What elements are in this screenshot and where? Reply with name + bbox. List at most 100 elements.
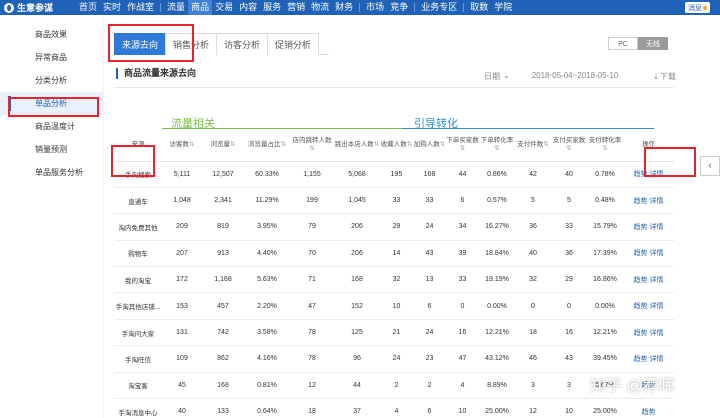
sort-icon[interactable]: ⇅ [543,141,548,148]
detail-link[interactable]: 详情 [649,198,663,205]
metric-cell: 131 [162,319,202,347]
column-header-label: 支付买家数 [552,136,586,144]
sidebar-item-product-effect[interactable]: 商品效果 [0,23,103,46]
chevron-down-icon: ⌄ [503,71,510,80]
nav-logistics[interactable]: 物流 [308,0,332,15]
sort-icon[interactable]: ⇅ [189,141,194,148]
logo-icon [4,2,14,13]
column-header[interactable]: 下单转化率⇅ [479,129,515,162]
sort-icon[interactable]: ⇅ [407,141,412,148]
metric-cell: 33 [551,213,587,241]
nav-marketing[interactable]: 营销 [284,0,308,15]
metric-cell: 4 [446,372,479,400]
action-cell: 趋势 详情 [623,161,674,188]
detail-link[interactable]: 详情 [649,224,663,231]
notification-dot-icon [703,5,707,10]
trend-link[interactable]: 趋势 [634,277,648,284]
column-header[interactable]: 跳出本店人数⇅ [334,129,380,162]
sidebar-item-sales-forecast[interactable]: 销量预测 [0,138,103,161]
nav-warroom[interactable]: 作战室 [124,0,157,15]
sidebar: 商品效果 异常商品 分类分析 单品分析 商品温度计 销量预测 单品服务分析 [0,15,103,418]
nav-traffic[interactable]: 流量 [164,0,188,15]
detail-link[interactable]: 详情 [649,330,663,337]
device-wireless-button[interactable]: 无线 [638,37,668,50]
sort-icon[interactable]: ⇅ [230,141,235,148]
metric-cell: 1,155 [290,161,334,188]
sort-icon[interactable]: ⇅ [440,141,445,148]
nav-content[interactable]: 内容 [236,0,260,15]
detail-link[interactable]: 详情 [649,171,663,178]
sort-icon[interactable]: ⇅ [460,145,465,152]
nav-divider [359,3,361,12]
column-header[interactable]: 收藏人数⇅ [380,129,413,162]
column-header[interactable]: 支付买家数⇅ [551,129,587,162]
table-row: 手淘问大家 131 742 3.58% 78 125 21 24 16 12.21% 18 16 12.… [114,319,674,347]
sort-icon[interactable]: ⇅ [281,141,286,148]
detail-link[interactable]: 详情 [649,277,663,284]
metric-cell: 47 [290,292,334,320]
column-header[interactable]: 访客数⇅ [162,129,202,162]
trend-link[interactable]: 趋势 [634,171,648,178]
metric-cell: 152 [334,292,380,320]
app-logo[interactable]: 生意参谋 [0,0,76,15]
column-header[interactable]: 店内跳转人数⇅ [290,129,334,162]
trend-link[interactable]: 趋势 [634,224,648,231]
metric-cell: 29 [380,213,413,241]
nav-realtime[interactable]: 实时 [100,0,124,15]
device-pc-button[interactable]: PC [608,37,638,50]
trend-link[interactable]: 趋势 [634,198,648,205]
metric-cell: 819 [202,213,244,241]
column-header[interactable]: 支付件数⇅ [515,129,551,162]
message-button[interactable]: 消息 [685,2,710,13]
metric-cell: 6 [446,187,479,215]
column-header[interactable]: 浏览量占比⇅ [244,129,290,162]
trend-link[interactable]: 趋势 [634,303,648,310]
nav-finance[interactable]: 财务 [332,0,356,15]
sidebar-item-single-product-analysis[interactable]: 单品分析 [0,92,103,115]
sidebar-item-category-analysis[interactable]: 分类分析 [0,69,103,92]
tab-sales-analysis[interactable]: 销售分析 [165,33,218,55]
column-header[interactable]: 支付转化率⇅ [587,129,623,162]
nav-home[interactable]: 首页 [76,0,100,15]
trend-link[interactable]: 趋势 [634,330,648,337]
metric-cell: 4 [380,398,413,418]
detail-link[interactable]: 详情 [649,250,663,257]
column-header[interactable]: 浏览量⇅ [202,129,244,162]
action-cell: 趋势 详情 [623,345,674,373]
sidebar-item-abnormal-product[interactable]: 异常商品 [0,46,103,69]
metric-cell: 4.16% [244,345,290,373]
sidebar-item-product-service-analysis[interactable]: 单品服务分析 [0,161,103,184]
metric-cell: 36 [551,240,587,268]
detail-link[interactable]: 详情 [649,303,663,310]
nav-data-fetch[interactable]: 取数 [467,0,491,15]
column-header-label: 访客数 [169,140,190,148]
column-header-label: 浏览量 [210,140,231,148]
nav-competition[interactable]: 竞争 [387,0,411,15]
trend-link[interactable]: 趋势 [642,409,656,416]
nav-product[interactable]: 商品 [188,0,213,15]
sort-icon[interactable]: ⇅ [566,145,571,152]
download-button[interactable]: ⤓ 下载 [654,71,676,82]
tab-source-destination[interactable]: 来源去向 [114,33,167,55]
sidebar-item-product-thermometer[interactable]: 商品温度计 [0,115,103,138]
tab-visitor-analysis[interactable]: 访客分析 [216,33,269,55]
message-label: 消息 [688,4,702,12]
trend-link[interactable]: 趋势 [634,250,648,257]
sort-icon[interactable]: ⇅ [494,145,499,152]
trend-link[interactable]: 趋势 [634,356,648,363]
nav-service[interactable]: 服务 [260,0,284,15]
nav-business-zone[interactable]: 业务专区 [418,0,460,15]
tab-promotion-analysis[interactable]: 促销分析 [267,33,320,55]
sort-icon[interactable]: ⇅ [374,141,379,148]
column-header[interactable]: 加购人数⇅ [413,129,446,162]
nav-market[interactable]: 市场 [363,0,387,15]
column-header[interactable]: 下单买家数⇅ [446,129,479,162]
nav-academy[interactable]: 学院 [491,0,515,15]
sort-icon[interactable]: ⇅ [309,145,314,152]
collapse-panel-button[interactable]: ‹ [700,156,720,176]
detail-link[interactable]: 详情 [649,356,663,363]
date-filter[interactable]: 日期 ⌄ 2018-05-04~2018-05-10 [484,71,618,82]
metric-cell: 42 [515,161,551,188]
sort-icon[interactable]: ⇅ [602,145,607,152]
nav-trade[interactable]: 交易 [212,0,236,15]
